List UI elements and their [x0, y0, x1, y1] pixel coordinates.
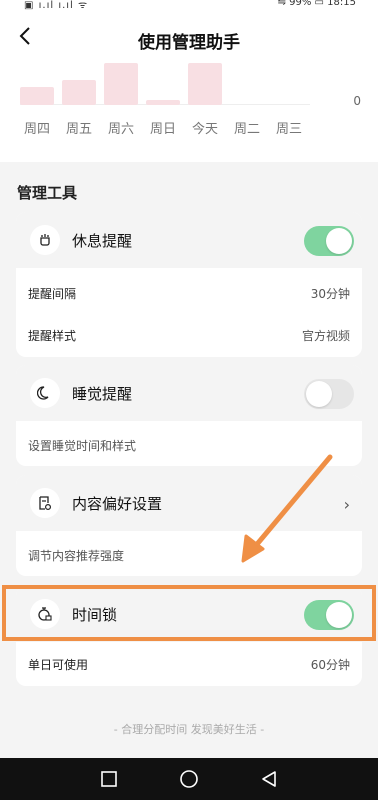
triangle-back-icon [262, 771, 276, 787]
recent-apps-button[interactable] [98, 768, 120, 790]
system-nav-bar [0, 758, 378, 800]
home-button[interactable] [178, 768, 200, 790]
circle-icon [180, 770, 198, 788]
back-nav-button[interactable] [258, 768, 280, 790]
footer-slogan: - 合理分配时间 发现美好生活 - [113, 723, 265, 736]
square-icon [101, 771, 117, 787]
annotation-arrow [241, 454, 333, 563]
